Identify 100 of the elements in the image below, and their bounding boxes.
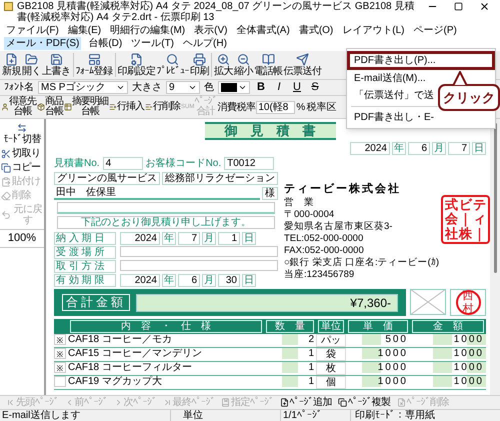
magnifier-icon [166,53,180,66]
account-number: 当座:123456789 [284,269,356,280]
send-icon [296,53,309,66]
tax-rate-field[interactable]: 10(軽8 [256,100,296,114]
side-tool-button[interactable]: コピー [0,162,44,173]
customer-code-label: お客様コードNo. [146,158,222,169]
toolbar-button[interactable]: 縮小 [234,53,253,77]
company-department: 営 業 [284,197,315,208]
seal-text: ビ｜株 [458,198,472,241]
menu-item[interactable]: ヘルプ(H) [181,37,229,50]
status-page: 1/1ﾍﾟｰｼﾞ [280,410,350,421]
copy-icon [1,162,11,172]
side-tool-button[interactable]: 切取り [0,148,44,159]
dropdown-item[interactable]: PDF書き出し(P)... [347,51,495,70]
font-select[interactable]: MS Pゴシック [38,81,128,94]
toolbar-button[interactable]: 行挿入 [109,102,144,112]
toolbar-button[interactable]: 開く [22,53,41,77]
toolbar-button[interactable]: 電話帳 [254,53,282,77]
date-unit: 月 [202,274,216,287]
chevron-icon [116,83,125,92]
zoom-out-icon [237,53,250,66]
book-icon [221,398,230,407]
toolbar-button[interactable]: 行削除 [145,102,180,112]
first-icon [6,398,15,407]
fax-number: FAX:052-000-0000 [284,245,365,256]
chevron-icon [238,83,247,92]
toolbar-button[interactable]: 新規 [2,53,21,77]
toolbar-button[interactable]: 商品 台帳 [37,97,63,117]
menu-item[interactable]: ページ(P) [412,24,459,37]
zoom-level: 100% [0,229,44,248]
customer-code-field: T0012 [224,157,274,170]
company-name: ティービー株式会社 [284,183,402,196]
page-plus-icon [280,398,288,407]
chevron-icon [188,83,197,92]
page-nav-button[interactable]: ﾍﾟｰｼﾞ追加 [278,397,334,408]
row-mark: ※ [54,348,66,359]
toolbar-button[interactable]: 拡大 [214,53,233,77]
color-label: 色 [204,82,214,93]
size-select[interactable]: 9 [166,81,200,94]
date-field: 6 [178,274,200,287]
menu-item[interactable]: 明細行の編集(M) [108,24,188,37]
row-mark: ※ [54,334,66,345]
text-style-button[interactable]: S [308,82,322,93]
clipboard-icon [1,176,11,186]
toolbar-button[interactable]: 印刷 [190,53,209,77]
toolbar-button[interactable]: 上書き [42,53,70,77]
maximize-icon[interactable] [454,2,463,11]
column-header: 単位 [318,320,344,333]
menu-item[interactable]: 書式(O) [296,24,336,37]
dropdown-item[interactable]: PDF書き出し・E- [347,109,441,126]
estimate-no-label: 見積書No. [54,158,100,169]
menu-item[interactable]: 表示(V) [192,24,230,37]
toolbar-button[interactable]: ﾌﾟﾚﾋﾞｭｰ [156,53,189,77]
toolbar-button[interactable]: 伝票送付 [284,53,322,77]
table-icon [64,103,72,111]
side-tool-button[interactable]: ﾓｰﾄﾞ切替 [0,123,44,145]
text-style-button[interactable]: I [272,82,286,93]
menu-item[interactable]: レイアウト(L) [340,24,406,37]
text-style-button[interactable]: B [254,82,268,93]
date-field: 2024 [120,232,160,245]
percent-label: % [296,102,306,112]
list-minus-icon [145,103,153,111]
date-field: 7 [448,142,470,155]
date-field: 6 [408,142,430,155]
row-mark [54,376,66,387]
column-header: 数 量 [266,320,314,333]
book-icon [262,53,275,66]
item-name: CAF18 コーヒーフィルター [68,362,193,373]
dropdown-item[interactable]: 「伝票送付」で送 [347,87,441,104]
menu-item[interactable]: 編集(E) [66,24,104,37]
date-unit: 年 [392,142,406,155]
date-field: 2024 [350,142,390,155]
package-icon [37,103,45,111]
menu-item[interactable]: 台帳(D) [86,37,124,50]
page-gear-icon [130,53,143,66]
date-field: 1 [218,232,240,245]
company-address: 愛知県名古屋市東区葵3- [284,221,394,232]
dropdown-item[interactable]: E-mail送信(M)... [347,70,433,87]
menu-item[interactable]: ツール(T) [129,37,176,50]
toolbar-button[interactable]: 得意先 台帳 [1,97,36,117]
date-unit: 月 [202,232,216,245]
text-style-button[interactable]: U [290,82,304,93]
toolbar-button[interactable]: ﾌｫｰﾑ登録 [76,53,112,77]
form-icon [88,53,100,66]
color-picker[interactable] [218,81,250,94]
menu-item[interactable]: メール・PDF(S) [4,37,82,50]
menu-item[interactable]: ファイル(F) [4,24,61,37]
date-field: 7 [178,232,200,245]
close-icon[interactable] [479,1,490,12]
toolbar-button[interactable]: 摘要明細 台帳 [64,97,108,117]
arrows-icon [17,123,27,133]
unit-cell: 個 [316,376,346,389]
page-nav-button[interactable]: ﾍﾟｰｼﾞ複製 [336,397,392,408]
seal-text: ティ｜ [472,198,486,241]
folder-icon [25,53,38,66]
toolbar-button[interactable]: 印刷設定 [118,53,156,77]
unit-cell: 袋 [316,348,346,361]
callout-tail-tooltip [452,71,468,86]
menu-item[interactable]: 全体書式(A) [234,24,292,37]
item-name: CAF15 コーヒー／マンデリン [68,348,203,359]
